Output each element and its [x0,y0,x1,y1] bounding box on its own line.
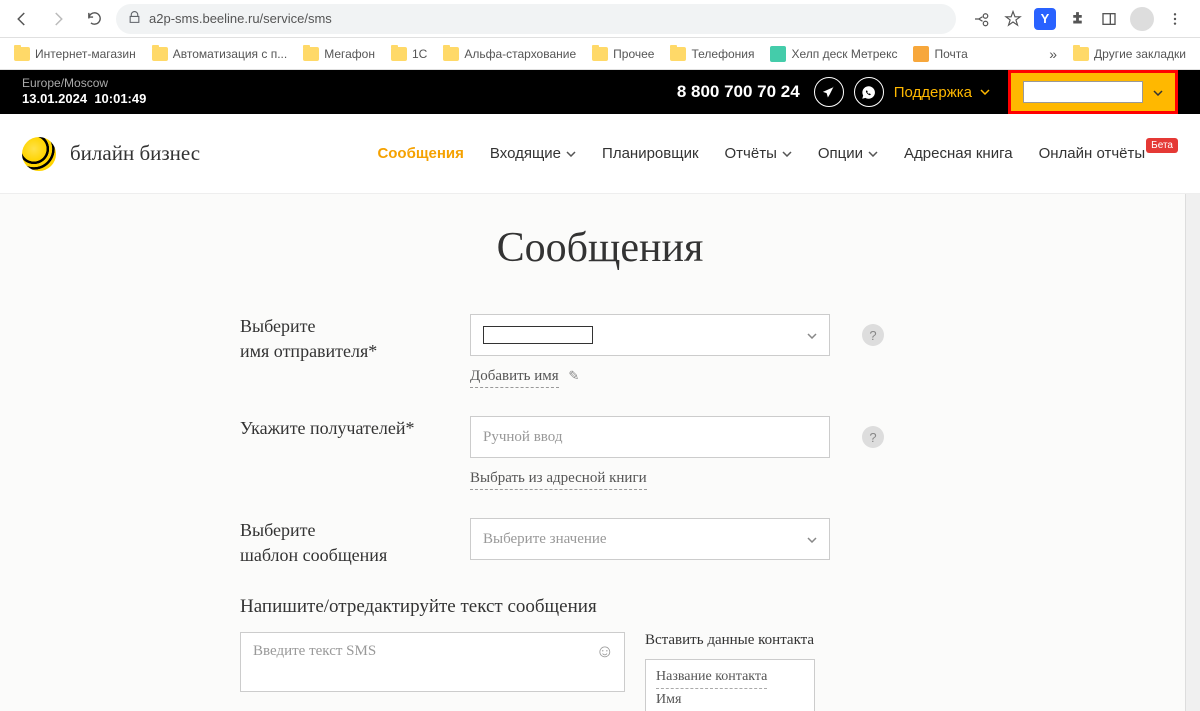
share-icon[interactable] [970,8,992,30]
chevron-down-icon [1153,85,1163,99]
chevron-down-icon [807,531,817,548]
nav-reports[interactable]: Отчёты [725,145,792,162]
insert-contact-title: Вставить данные контакта [645,632,815,649]
choose-from-book-link[interactable]: Выбрать из адресной книги [470,470,647,490]
bookmark-item[interactable]: Мегафон [297,44,381,64]
support-phone: 8 800 700 70 24 [677,82,800,102]
folder-icon [152,47,168,61]
brand-text: билайн бизнес [70,141,200,166]
chevron-down-icon [782,151,792,157]
folder-icon [303,47,319,61]
url-text: a2p-sms.beeline.ru/service/sms [149,11,332,26]
page-title: Сообщения [0,224,1200,272]
lock-icon [128,11,141,27]
site-icon [913,46,929,62]
address-bar[interactable]: a2p-sms.beeline.ru/service/sms [116,4,956,34]
bookmark-item[interactable]: Телефония [664,44,760,64]
recipients-input[interactable]: Ручной ввод [470,416,830,458]
account-dropdown[interactable] [1008,70,1178,114]
nav-options[interactable]: Опции [818,145,878,162]
bookmark-item[interactable]: Хелп деск Метрекс [764,43,903,65]
sender-select[interactable] [470,314,830,356]
yandex-extension-icon[interactable]: Y [1034,8,1056,30]
timezone-block: Europe/Moscow 13.01.2024 10:01:49 [22,76,146,108]
beeline-logo-icon [22,137,56,171]
folder-icon [670,47,686,61]
nav-scheduler[interactable]: Планировщик [602,145,698,162]
emoji-icon[interactable]: ☺ [596,641,614,662]
timezone-label: Europe/Moscow [22,76,146,92]
write-message-label: Напишите/отредактируйте текст сообщения [240,596,1020,618]
reload-button[interactable] [80,5,108,33]
telegram-icon[interactable] [814,77,844,107]
site-icon [770,46,786,62]
chevron-down-icon [807,327,817,344]
whatsapp-icon[interactable] [854,77,884,107]
bookmark-item[interactable]: 1С [385,44,433,64]
nav-messages[interactable]: Сообщения [377,145,463,162]
template-select[interactable]: Выберите значение [470,518,830,560]
sender-value-redacted [483,326,593,344]
insert-contact-list: Название контакта Имя [645,659,815,711]
page-content: Сообщения Выберите имя отправителя* Доба… [0,194,1200,711]
help-icon[interactable]: ? [862,324,884,346]
insert-option[interactable]: Имя [656,689,681,711]
chevron-down-icon [566,151,576,157]
forward-button[interactable] [44,5,72,33]
chevron-down-icon [980,89,990,95]
folder-icon [592,47,608,61]
bookmarks-overflow[interactable]: » [1043,46,1063,62]
folder-icon [391,47,407,61]
help-icon[interactable]: ? [862,426,884,448]
folder-icon [443,47,459,61]
star-icon[interactable] [1002,8,1024,30]
bookmark-item[interactable]: Автоматизация с п... [146,44,293,64]
account-name-redacted [1023,81,1143,103]
site-topbar: Europe/Moscow 13.01.2024 10:01:49 8 800 … [0,70,1200,114]
edit-icon[interactable]: ✎ [568,368,579,383]
template-label: Выберите шаблон сообщения [240,518,450,568]
support-link[interactable]: Поддержка [894,84,990,101]
bookmark-item[interactable]: Альфа-стархование [437,44,582,64]
brand-logo[interactable]: билайн бизнес [22,137,200,171]
recipients-label: Укажите получателей* [240,416,450,441]
add-name-link[interactable]: Добавить имя [470,368,559,388]
folder-icon [1073,47,1089,61]
sidepanel-icon[interactable] [1098,8,1120,30]
beta-badge: Бета [1146,138,1178,153]
nav-online-reports[interactable]: Онлайн отчётыБета [1039,145,1178,162]
sender-label: Выберите имя отправителя* [240,314,450,364]
folder-icon [14,47,30,61]
bookmark-item[interactable]: Прочее [586,44,660,64]
bookmark-item[interactable]: Почта [907,43,973,65]
back-button[interactable] [8,5,36,33]
insert-option[interactable]: Название контакта [656,666,767,689]
profile-avatar[interactable] [1130,7,1154,31]
nav-inbox[interactable]: Входящие [490,145,576,162]
site-nav: билайн бизнес Сообщения Входящие Планиро… [0,114,1200,194]
menu-icon[interactable] [1164,8,1186,30]
browser-toolbar: a2p-sms.beeline.ru/service/sms Y [0,0,1200,38]
chevron-down-icon [868,151,878,157]
bookmarks-bar: Интернет-магазин Автоматизация с п... Ме… [0,38,1200,70]
nav-addressbook[interactable]: Адресная книга [904,145,1013,162]
other-bookmarks[interactable]: Другие закладки [1067,44,1192,64]
bookmark-item[interactable]: Интернет-магазин [8,44,142,64]
extensions-icon[interactable] [1066,8,1088,30]
sms-textarea[interactable]: Введите текст SMS ☺ [240,632,625,692]
